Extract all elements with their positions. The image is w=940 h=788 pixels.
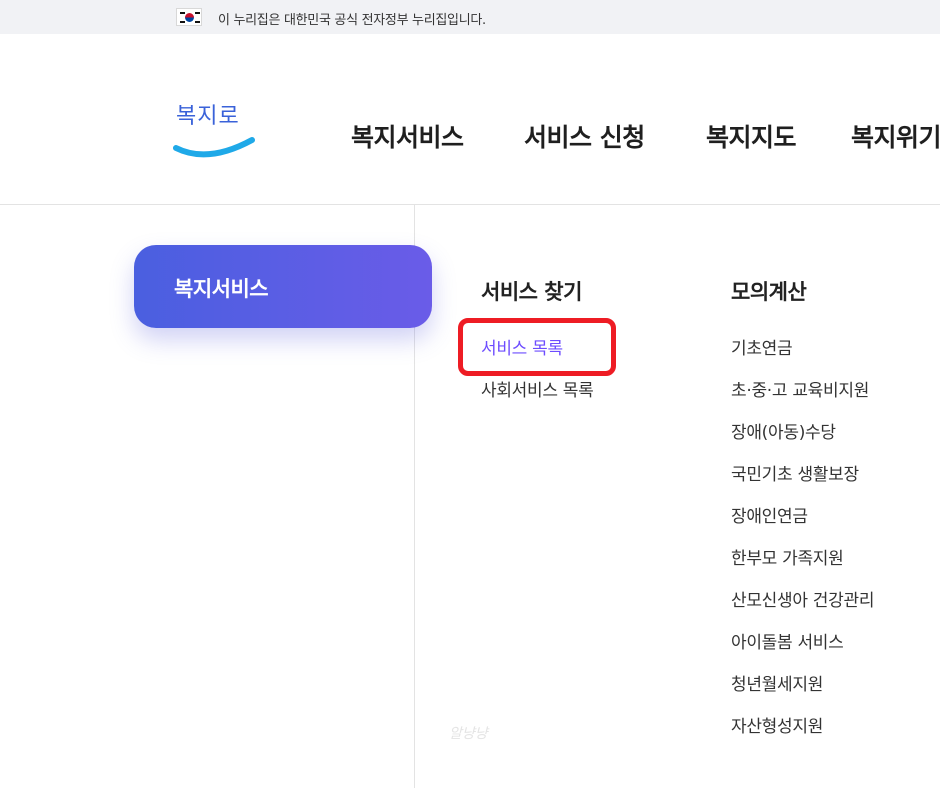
link-youth-rent-support[interactable]: 청년월세지원: [731, 670, 823, 695]
link-basic-livelihood[interactable]: 국민기초 생활보장: [731, 460, 859, 485]
gov-banner-text: 이 누리집은 대한민국 공식 전자정부 누리집입니다.: [218, 13, 486, 28]
korea-flag-icon: [176, 8, 202, 26]
watermark: 알냥냥: [449, 726, 488, 742]
nav-welfare-crisis[interactable]: 복지위기: [851, 118, 940, 154]
link-single-parent-support[interactable]: 한부모 가족지원: [731, 544, 844, 569]
link-childcare-service[interactable]: 아이돌봄 서비스: [731, 628, 844, 653]
nav-welfare-map[interactable]: 복지지도: [706, 118, 797, 154]
link-disability-pension[interactable]: 장애인연금: [731, 502, 808, 527]
side-menu-label: 복지서비스: [174, 277, 269, 301]
column-title-mock-calc: 모의계산: [731, 280, 807, 304]
nav-welfare-service[interactable]: 복지서비스: [351, 118, 464, 154]
site-logo[interactable]: 복지로: [168, 98, 264, 168]
highlight-annotation: [458, 318, 616, 376]
link-asset-formation[interactable]: 자산형성지원: [731, 712, 823, 737]
nav-service-apply[interactable]: 서비스 신청: [524, 118, 645, 154]
link-basic-pension[interactable]: 기초연금: [731, 334, 793, 359]
link-maternal-newborn-care[interactable]: 산모신생아 건강관리: [731, 586, 874, 611]
gov-banner: 이 누리집은 대한민국 공식 전자정부 누리집입니다.: [0, 0, 940, 34]
link-education-support[interactable]: 초·중·고 교육비지원: [731, 376, 869, 401]
logo-smile-icon: [173, 137, 255, 158]
column-title-service-find: 서비스 찾기: [481, 280, 582, 304]
side-menu-active-item[interactable]: 복지서비스: [134, 245, 432, 328]
link-social-service-list[interactable]: 사회서비스 목록: [481, 376, 594, 401]
site-header: 복지로 복지서비스 서비스 신청 복지지도 복지위기: [0, 34, 940, 205]
link-disability-allowance[interactable]: 장애(아동)수당: [731, 418, 836, 443]
